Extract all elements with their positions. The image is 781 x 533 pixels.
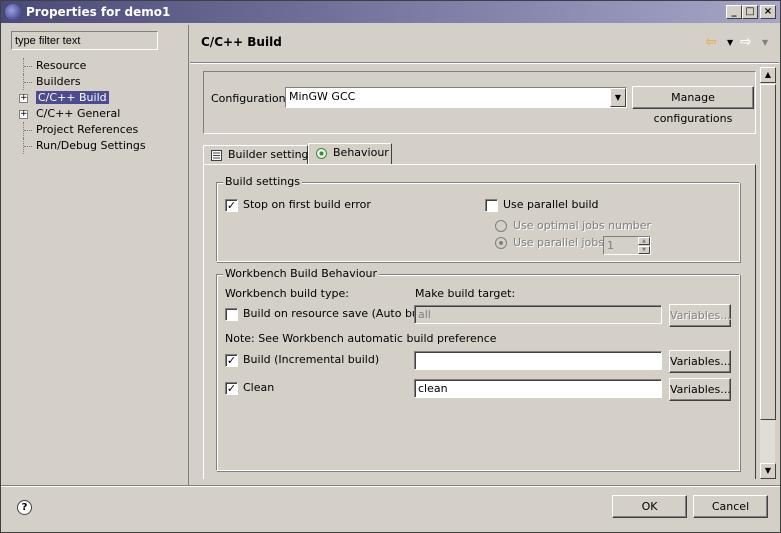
forward-arrow-icon[interactable]: ⇨	[740, 34, 752, 50]
expand-icon[interactable]: +	[19, 94, 28, 103]
scrollbar-thumb[interactable]	[760, 84, 776, 420]
checkmark-icon: ✓	[225, 354, 238, 367]
list-icon	[211, 150, 222, 161]
group-title: Workbench Build Behaviour	[223, 267, 380, 280]
radio-dot	[495, 220, 507, 232]
tab-label: Behaviour	[333, 146, 389, 159]
configuration-value: MinGW GCC	[289, 90, 356, 103]
incremental-build-target-field[interactable]	[414, 351, 662, 370]
tree-item-resource[interactable]: Resource	[19, 58, 146, 74]
back-arrow-icon[interactable]: ⇦	[705, 34, 717, 50]
page-title: C/C++ Build	[201, 35, 282, 49]
clean-target-field[interactable]: clean	[414, 379, 662, 398]
checkmark-icon: ✓	[225, 199, 238, 212]
spinner-value: 1	[607, 239, 614, 252]
tree-item-cpp-build[interactable]: + C/C++ Build	[19, 90, 146, 106]
title-bar: Properties for demo1 _ □ ×	[1, 1, 780, 23]
auto-build-target-field[interactable]: all	[414, 305, 662, 324]
preference-tree-pane: Resource Builders + C/C++ Build + C/C++ …	[4, 25, 189, 485]
tree-item-cpp-general[interactable]: + C/C++ General	[19, 106, 146, 122]
build-target-label: Make build target:	[415, 287, 516, 300]
cancel-button[interactable]: Cancel	[693, 495, 768, 518]
configuration-section: Configuration: MinGW GCC ▼ Manage config…	[203, 71, 756, 134]
workbench-note: Note: See Workbench automatic build pref…	[225, 332, 497, 345]
incremental-build-checkbox[interactable]: ✓ Build (Incremental build)	[225, 353, 379, 369]
tree-item-run-debug-settings[interactable]: Run/Debug Settings	[19, 138, 146, 154]
spin-up-icon[interactable]: ▲	[638, 237, 650, 245]
window-title: Properties for demo1	[26, 5, 171, 19]
tree-item-label: Project References	[36, 123, 139, 136]
checkbox-label: Use parallel build	[503, 198, 599, 211]
tree-item-label: Resource	[36, 59, 87, 72]
parallel-jobs-radio[interactable]: Use parallel jobs:	[495, 236, 608, 252]
tree-item-builders[interactable]: Builders	[19, 74, 146, 90]
tab-label: Builder settings	[228, 148, 315, 161]
parallel-jobs-spinner[interactable]: 1 ▲ ▼	[603, 236, 651, 255]
workbench-build-behaviour-group: Workbench Build Behaviour Workbench buil…	[216, 267, 740, 471]
parallel-build-checkbox[interactable]: Use parallel build	[485, 198, 599, 214]
filter-input[interactable]	[11, 31, 158, 50]
chevron-down-icon[interactable]: ▼	[762, 38, 768, 47]
vertical-scrollbar[interactable]: ▲ ▼	[759, 67, 776, 479]
build-type-label: Workbench build type:	[225, 287, 349, 300]
header-divider	[190, 62, 779, 64]
stop-on-first-error-checkbox[interactable]: ✓ Stop on first build error	[225, 198, 371, 214]
auto-build-variables-button[interactable]: Variables...	[669, 304, 731, 327]
page-content: Configuration: MinGW GCC ▼ Manage config…	[190, 67, 759, 479]
close-button[interactable]: ×	[760, 5, 776, 19]
properties-dialog: Properties for demo1 _ □ × Resource Buil…	[0, 0, 781, 533]
minimize-button[interactable]: _	[726, 5, 742, 19]
checkbox-label: Clean	[243, 381, 275, 394]
eclipse-icon	[5, 4, 21, 20]
chevron-down-icon[interactable]: ▼	[610, 88, 626, 107]
preference-tree: Resource Builders + C/C++ Build + C/C++ …	[19, 58, 146, 154]
manage-configurations-button[interactable]: Manage configurations	[632, 86, 754, 125]
clean-checkbox[interactable]: ✓ Clean	[225, 381, 274, 397]
clean-variables-button[interactable]: Variables...	[669, 378, 731, 401]
checkbox-label: Build (Incremental build)	[243, 353, 380, 366]
checkmark-icon: ✓	[225, 382, 238, 395]
optimal-jobs-radio[interactable]: Use optimal jobs number	[495, 219, 651, 235]
radio-label: Use parallel jobs:	[513, 236, 608, 249]
tree-item-label: C/C++ General	[36, 107, 121, 120]
tree-item-label: C/C++ Build	[36, 91, 109, 104]
chevron-down-icon[interactable]: ▼	[727, 38, 733, 47]
property-page: C/C++ Build ⇦ ▼ ⇨ ▼ Configuration: MinGW…	[190, 25, 779, 485]
scroll-down-icon[interactable]: ▼	[760, 463, 776, 479]
behaviour-tab-body: Build settings ✓ Stop on first build err…	[203, 164, 756, 479]
tab-behaviour[interactable]: Behaviour	[308, 143, 392, 165]
checkbox-label: Build on resource save (Auto build)	[243, 307, 437, 320]
radio-dot	[495, 237, 507, 249]
build-settings-group: Build settings ✓ Stop on first build err…	[216, 175, 740, 262]
checkbox-label: Stop on first build error	[243, 198, 371, 211]
tree-item-label: Builders	[36, 75, 81, 88]
help-icon[interactable]: ?	[17, 500, 32, 515]
group-title: Build settings	[223, 175, 302, 188]
tree-item-project-references[interactable]: Project References	[19, 122, 146, 138]
scroll-up-icon[interactable]: ▲	[760, 67, 776, 83]
radio-icon	[316, 148, 327, 159]
maximize-button[interactable]: □	[742, 5, 758, 19]
checkbox-box	[225, 308, 238, 321]
checkbox-box	[485, 199, 498, 212]
footer-divider	[1, 485, 780, 487]
configuration-select[interactable]: MinGW GCC ▼	[285, 87, 627, 108]
spin-down-icon[interactable]: ▼	[638, 246, 650, 254]
expand-icon[interactable]: +	[19, 110, 28, 119]
incremental-variables-button[interactable]: Variables...	[669, 350, 731, 373]
radio-label: Use optimal jobs number	[513, 219, 652, 232]
ok-button[interactable]: OK	[612, 495, 687, 518]
tab-builder-settings[interactable]: Builder settings	[203, 145, 314, 165]
configuration-label: Configuration:	[211, 92, 290, 105]
tree-item-label: Run/Debug Settings	[36, 139, 146, 152]
auto-build-checkbox[interactable]: Build on resource save (Auto build)	[225, 307, 436, 323]
